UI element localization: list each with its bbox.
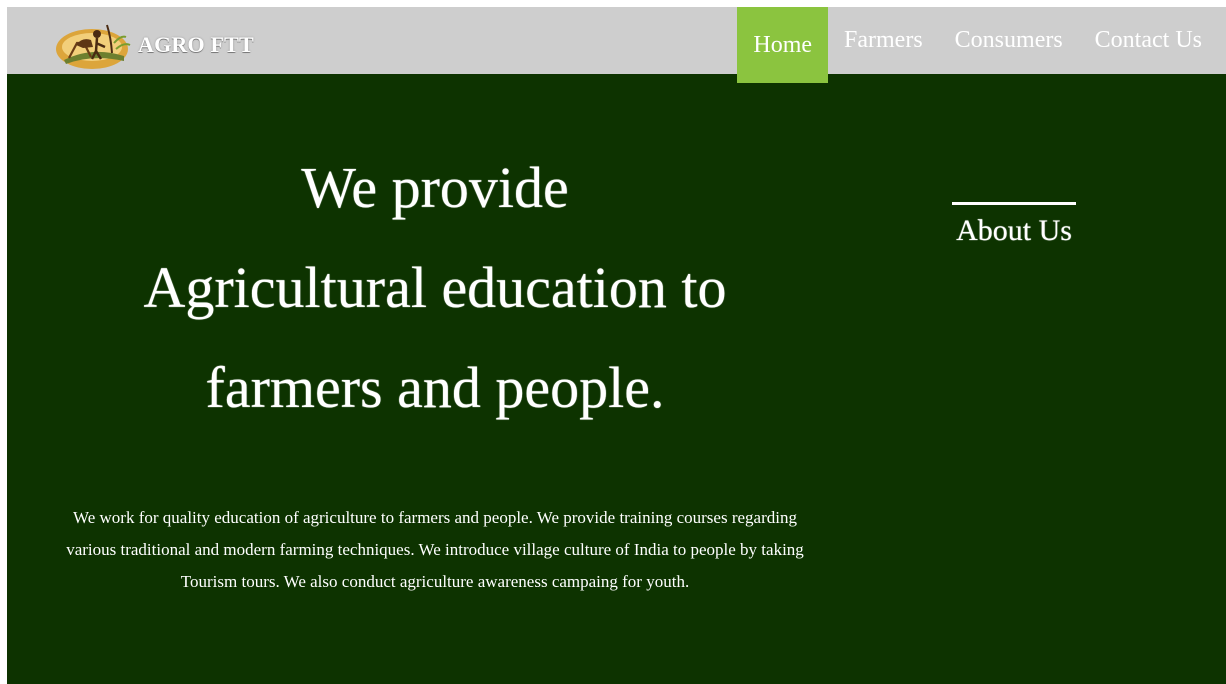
hero-line-2: Agricultural education to <box>143 255 727 320</box>
page: AGRO FTT Home Farmers Consumers Contact … <box>7 7 1226 684</box>
nav-item-home[interactable]: Home <box>737 7 829 83</box>
main-navigation: Home Farmers Consumers Contact Us <box>737 7 1226 83</box>
hero-heading: We provide Agricultural education to far… <box>45 138 825 438</box>
brand[interactable]: AGRO FTT <box>52 17 254 69</box>
about-description: We work for quality education of agricul… <box>66 508 804 591</box>
nav-item-farmers[interactable]: Farmers <box>828 7 939 74</box>
farmer-plowing-logo-icon <box>56 24 131 69</box>
top-navigation-bar: AGRO FTT Home Farmers Consumers Contact … <box>7 7 1226 83</box>
brand-name: AGRO FTT <box>138 32 254 57</box>
nav-item-consumers[interactable]: Consumers <box>939 7 1079 74</box>
hero-line-3: farmers and people. <box>205 355 665 420</box>
about-us-heading: About Us <box>952 202 1076 247</box>
nav-item-contact-us[interactable]: Contact Us <box>1079 7 1218 74</box>
hero-line-1: We provide <box>301 155 569 220</box>
main-content: We provide Agricultural education to far… <box>7 74 1226 684</box>
